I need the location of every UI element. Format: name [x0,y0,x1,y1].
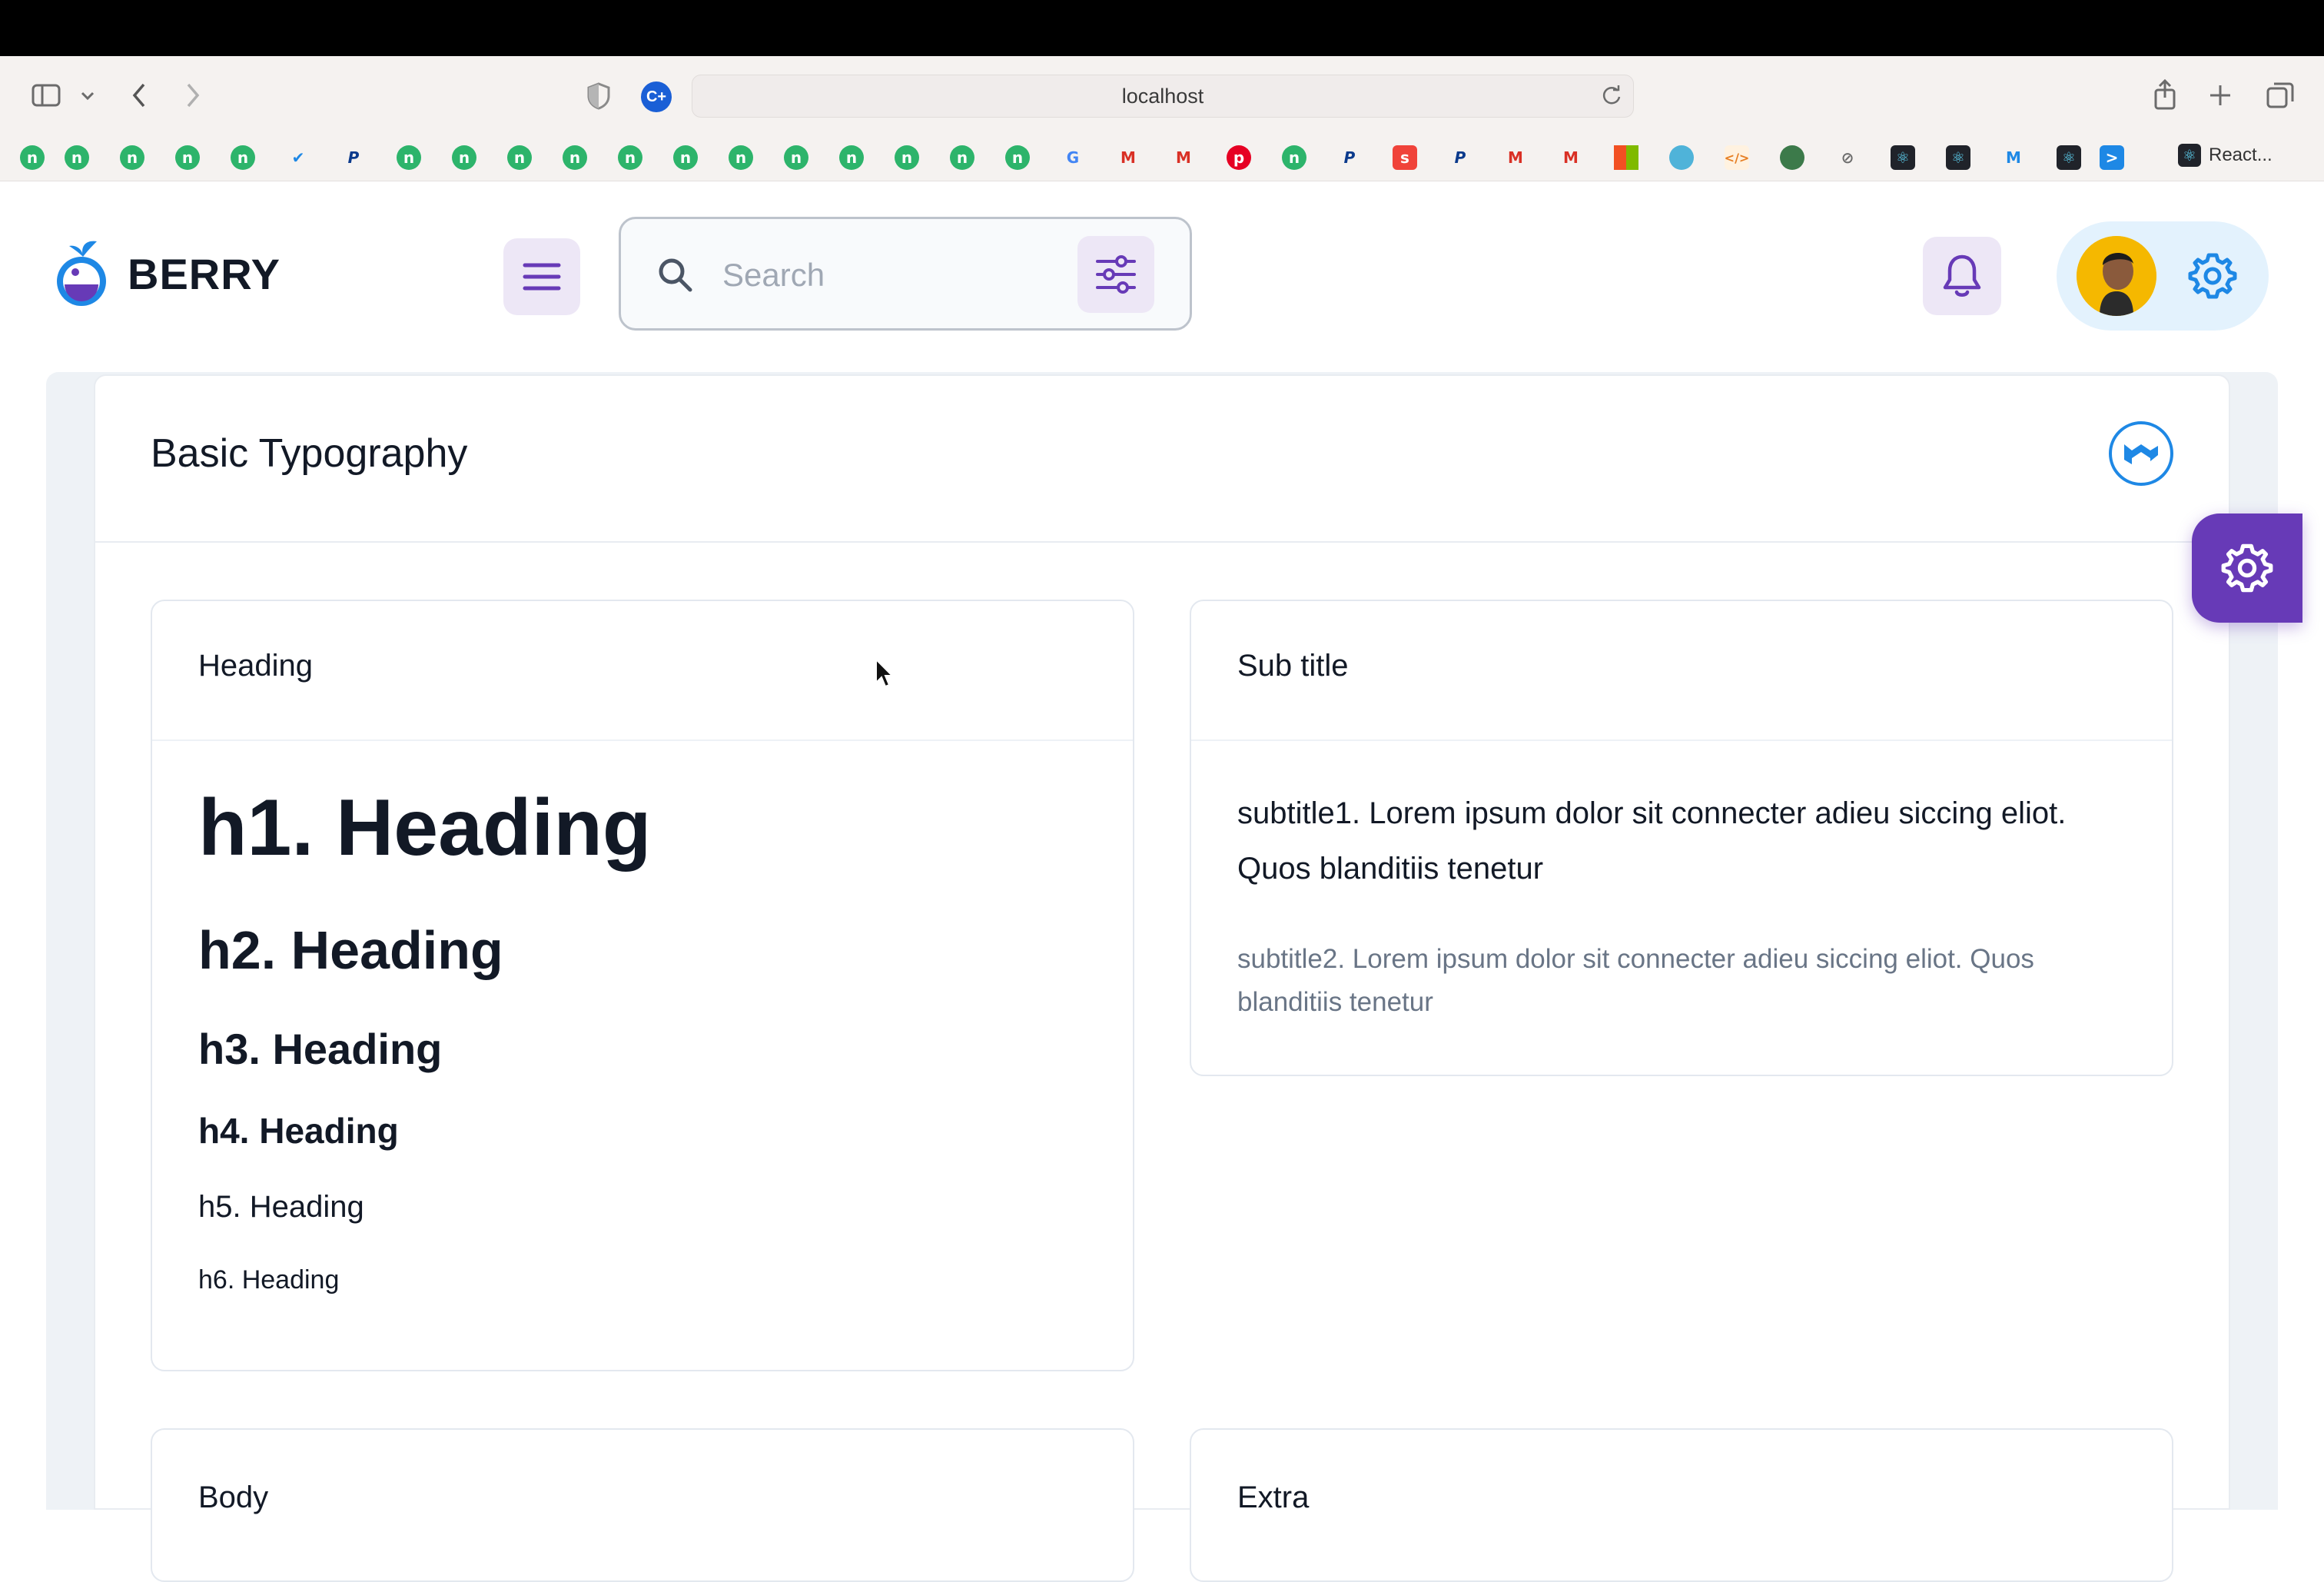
material-ui-logo-icon [2124,444,2158,464]
search-input[interactable] [721,250,1047,301]
bookmark-icon[interactable]: n [784,145,808,170]
customization-fab[interactable] [2192,513,2302,623]
mui-bookmark-icon[interactable]: M [2001,145,2026,170]
react-icon: ⚛ [2178,144,2201,167]
react-bookmark-icon[interactable]: ⚛ [2057,145,2081,170]
browser-toolbar: C+ localhost [0,56,2324,136]
user-avatar-image [2077,236,2156,316]
bookmark-icon[interactable]: n [120,145,144,170]
subtitle-card-title: Sub title [1237,649,1349,683]
h5-sample: h5. Heading [198,1190,364,1224]
filter-button[interactable] [1077,236,1154,313]
h1-sample: h1. Heading [198,783,652,872]
gear-icon [2221,543,2273,593]
tab-overview-icon[interactable] [2266,81,2295,110]
address-bar[interactable]: localhost [692,75,1634,118]
share-icon[interactable] [2152,78,2178,111]
mui-docs-link[interactable] [2109,421,2173,486]
terminal-bookmark-icon[interactable]: > [2100,145,2124,170]
menu-icon [523,263,561,291]
sidebar-toggle-icon[interactable] [31,82,61,108]
react-bookmark-icon[interactable]: ⚛ [1946,145,1970,170]
subtitle2-sample: subtitle2. Lorem ipsum dolor sit connect… [1237,944,2034,1017]
bookmark-icon[interactable]: n [1282,145,1306,170]
heading-card-title: Heading [198,649,314,683]
bookmark-icon[interactable]: n [175,145,200,170]
subtitle-card: Sub title subtitle1. Lorem ipsum dolor s… [1190,600,2173,1076]
bookmark-icon[interactable]: n [563,145,587,170]
card-header-divider [1191,739,2172,741]
bookmark-icon[interactable]: n [507,145,532,170]
h2-sample: h2. Heading [198,920,503,980]
bookmark-icon[interactable]: n [839,145,864,170]
gear-icon[interactable] [2187,251,2238,301]
bookmark-icon[interactable]: n [452,145,476,170]
body-card-title: Body [198,1481,269,1514]
search-icon [659,258,692,292]
react-bookmark-icon[interactable]: ⚛ [1891,145,1915,170]
chevron-down-icon[interactable] [78,87,97,105]
card-header-divider [152,739,1133,741]
berry-logo-icon [57,241,106,306]
privacy-shield-icon[interactable] [586,81,612,111]
page-title: Basic Typography [151,431,468,476]
favorites-bar: n n n n n ✔ P n n n n n n n n n n n n G … [0,136,2324,181]
bookmark-icon[interactable] [1669,145,1694,170]
bookmark-icon[interactable]: n [673,145,698,170]
checkmark-bookmark-icon[interactable]: ✔ [286,145,310,170]
app-header: BERRY [0,181,2324,372]
extra-card: Extra [1190,1428,2173,1582]
bookmark-icon[interactable]: n [231,145,255,170]
pinterest-bookmark-icon[interactable]: p [1227,145,1251,170]
bookmark-icon[interactable]: n [20,145,45,170]
search-field[interactable] [619,217,1192,331]
globe-bookmark-icon[interactable] [1780,145,1804,170]
h4-sample: h4. Heading [198,1111,399,1151]
url-text: localhost [1121,84,1204,108]
extra-card-title: Extra [1237,1481,1310,1514]
gmail-bookmark-icon[interactable]: M [1559,145,1583,170]
bookmark-icon[interactable]: n [950,145,974,170]
bell-icon [1943,254,1981,297]
new-tab-icon[interactable] [2207,82,2233,108]
bookmark-icon[interactable]: n [65,145,89,170]
back-icon[interactable] [128,81,151,110]
microsoft-bookmark-icon[interactable] [1614,145,1638,170]
menu-toggle-button[interactable] [503,238,580,315]
subtitle1-sample: subtitle1. Lorem ipsum dolor sit connect… [1237,796,2067,886]
compass-bookmark-icon[interactable]: ⊘ [1835,145,1860,170]
gmail-bookmark-icon[interactable]: M [1503,145,1528,170]
code-bookmark-icon[interactable]: </> [1725,145,1749,170]
profile-menu[interactable] [2057,221,2269,331]
notification-button[interactable] [1923,237,2001,315]
mouse-cursor [875,657,895,693]
bookmark-icon[interactable]: s [1393,145,1417,170]
body-card: Body [151,1428,1134,1582]
bookmark-icon[interactable]: n [618,145,642,170]
brand-name: BERRY [128,249,281,298]
bookmark-icon[interactable]: n [729,145,753,170]
heading-card: Heading h1. Heading h2. Heading h3. Head… [151,600,1134,1371]
paypal-bookmark-icon[interactable]: P [1448,145,1472,170]
h3-sample: h3. Heading [198,1025,443,1073]
forward-icon[interactable] [181,81,204,110]
google-bookmark-icon[interactable]: G [1061,145,1085,170]
h6-sample: h6. Heading [198,1265,340,1295]
card-divider [94,541,2230,543]
avatar[interactable] [2077,236,2156,316]
reload-icon[interactable] [1601,85,1622,111]
os-menubar [0,0,2324,56]
bookmark-react[interactable]: ⚛ React... [2178,144,2273,167]
brand-logo[interactable]: BERRY [52,237,281,311]
paypal-bookmark-icon[interactable]: P [341,145,366,170]
bookmark-icon[interactable]: n [1005,145,1030,170]
tune-icon [1096,255,1136,294]
bookmark-icon[interactable]: n [895,145,919,170]
gmail-bookmark-icon[interactable]: M [1116,145,1140,170]
paypal-bookmark-icon[interactable]: P [1337,145,1362,170]
gmail-bookmark-icon[interactable]: M [1171,145,1196,170]
extension-icon[interactable]: C+ [641,81,672,112]
bookmark-label: React... [2209,145,2273,165]
bookmark-icon[interactable]: n [397,145,421,170]
